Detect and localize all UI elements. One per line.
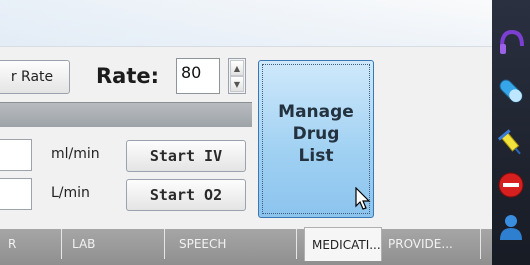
manage-drug-list-label: Manage Drug List [278,102,354,166]
no-entry-icon[interactable] [496,170,526,200]
tab-lab[interactable]: LAB [62,229,165,259]
syringe-icon[interactable] [496,128,526,158]
right-sidebar [492,0,530,265]
rate-label: Rate: [96,64,160,88]
content-panel: r Rate Rate: 80 ▲ ▼ ml/min Start IV L/mi… [0,0,492,265]
tab-partial[interactable]: R [0,229,62,259]
pill-icon[interactable] [496,76,526,106]
start-iv-button[interactable]: Start IV [126,140,246,172]
spin-down-icon[interactable]: ▼ [230,76,244,92]
iv-unit-label: ml/min [51,146,100,162]
start-o2-button[interactable]: Start O2 [126,179,246,211]
headset-icon[interactable] [496,28,526,58]
start-o2-label: Start O2 [149,186,223,204]
start-iv-label: Start IV [149,147,223,165]
manage-drug-list-button[interactable]: Manage Drug List [258,60,374,218]
person-icon[interactable] [498,212,524,242]
section-header-bar [0,102,252,127]
top-band [0,0,492,47]
o2-rate-field[interactable] [0,178,32,210]
iv-rate-field[interactable] [0,139,32,171]
mouse-cursor-icon [355,187,371,210]
rate-button[interactable]: r Rate [0,60,70,94]
o2-unit-label: L/min [51,185,90,201]
tab-speech[interactable]: SPEECH [165,229,297,259]
spin-up-icon[interactable]: ▲ [230,60,244,76]
tab-providers[interactable]: PROVIDE... [383,229,481,259]
rate-input[interactable]: 80 [176,58,220,94]
tab-medications[interactable]: MEDICATI... [304,227,382,261]
rate-spinner[interactable]: ▲ ▼ [228,58,246,94]
rate-button-label: r Rate [10,69,54,85]
